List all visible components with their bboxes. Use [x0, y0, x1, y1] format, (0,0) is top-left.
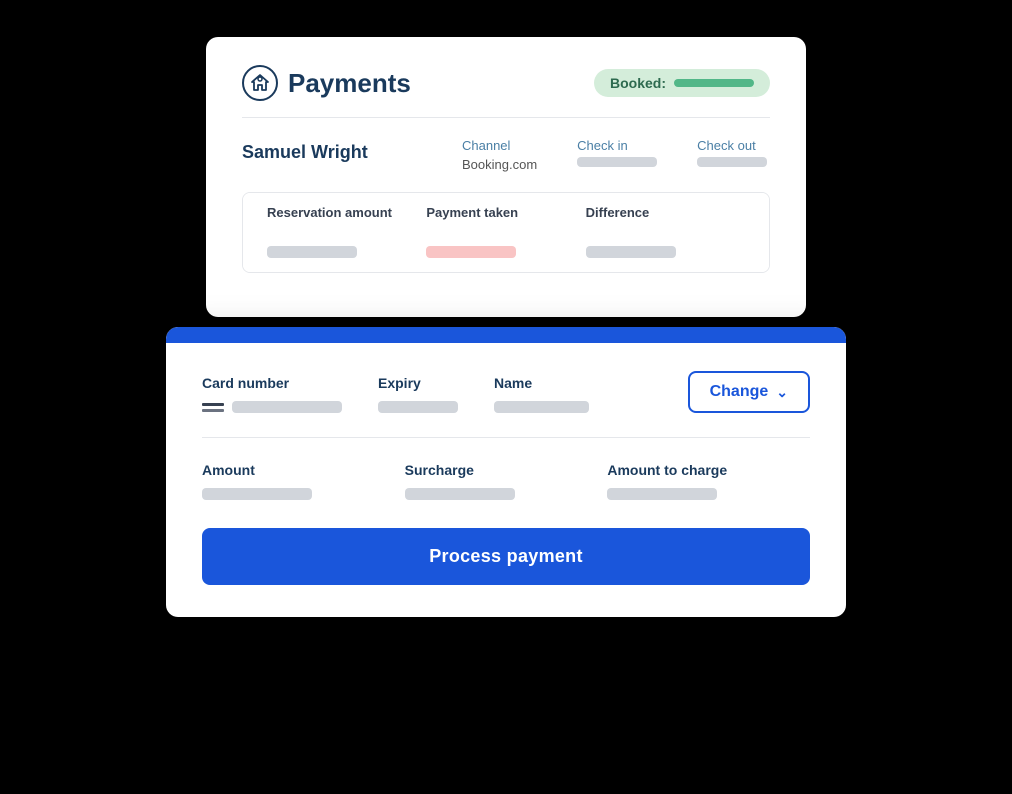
- payment-form-card: Card number Expiry Name: [166, 327, 846, 617]
- chevron-down-icon: ⌄: [776, 384, 788, 401]
- surcharge-label: Surcharge: [405, 462, 608, 478]
- guest-name: Samuel Wright: [242, 138, 462, 163]
- difference-value: [586, 246, 676, 258]
- expiry-group: Expiry: [378, 375, 458, 413]
- change-button-label: Change: [710, 383, 769, 401]
- checkin-col: Check in: [577, 138, 657, 172]
- card-icon: [202, 403, 224, 412]
- amount-to-charge-label: Amount to charge: [607, 462, 810, 478]
- booked-bar: [674, 79, 754, 87]
- page-title: Payments: [288, 68, 411, 99]
- logo-icon: [242, 65, 278, 101]
- checkout-bar: [697, 157, 767, 167]
- surcharge-bar: [405, 488, 515, 500]
- amount-row: Amount Surcharge Amount to charge: [202, 462, 810, 500]
- reservation-value: [267, 246, 357, 258]
- header-left: Payments: [242, 65, 411, 101]
- card-number-value-row: [202, 401, 342, 413]
- channel-value: Booking.com: [462, 157, 537, 172]
- summary-data-row: [243, 232, 769, 272]
- summary-table: Reservation amount Payment taken Differe…: [242, 192, 770, 273]
- amount-label: Amount: [202, 462, 405, 478]
- expiry-bar: [378, 401, 458, 413]
- process-payment-button[interactable]: Process payment: [202, 528, 810, 585]
- channel-col: Channel Booking.com: [462, 138, 537, 172]
- col-reservation: Reservation amount: [267, 205, 426, 220]
- checkin-label: Check in: [577, 138, 657, 153]
- process-payment-label: Process payment: [429, 546, 583, 566]
- top-bar: [166, 327, 846, 343]
- card-fields-row: Card number Expiry Name: [202, 371, 810, 438]
- checkout-col: Check out: [697, 138, 767, 172]
- card-number-group: Card number: [202, 375, 342, 413]
- channel-label: Channel: [462, 138, 537, 153]
- checkin-bar: [577, 157, 657, 167]
- scene: Payments Booked: Samuel Wright Channel B…: [166, 37, 846, 757]
- col-payment: Payment taken: [426, 205, 585, 220]
- payments-header: Payments Booked:: [242, 65, 770, 118]
- payments-card: Payments Booked: Samuel Wright Channel B…: [206, 37, 806, 317]
- checkout-label: Check out: [697, 138, 767, 153]
- name-bar: [494, 401, 589, 413]
- guest-info: Samuel Wright Channel Booking.com Check …: [242, 138, 770, 172]
- payment-value: [426, 246, 516, 258]
- surcharge-group: Surcharge: [405, 462, 608, 500]
- amount-group: Amount: [202, 462, 405, 500]
- amount-to-charge-bar: [607, 488, 717, 500]
- name-group: Name: [494, 375, 589, 413]
- expiry-label: Expiry: [378, 375, 458, 391]
- col-difference: Difference: [586, 205, 745, 220]
- card-number-label: Card number: [202, 375, 342, 391]
- booked-badge: Booked:: [594, 69, 770, 97]
- summary-header: Reservation amount Payment taken Differe…: [243, 193, 769, 232]
- booked-label: Booked:: [610, 75, 666, 91]
- change-button[interactable]: Change ⌄: [688, 371, 810, 413]
- guest-details: Channel Booking.com Check in Check out: [462, 138, 770, 172]
- form-body: Card number Expiry Name: [166, 343, 846, 617]
- card-number-bar: [232, 401, 342, 413]
- amount-to-charge-group: Amount to charge: [607, 462, 810, 500]
- name-label: Name: [494, 375, 589, 391]
- amount-bar: [202, 488, 312, 500]
